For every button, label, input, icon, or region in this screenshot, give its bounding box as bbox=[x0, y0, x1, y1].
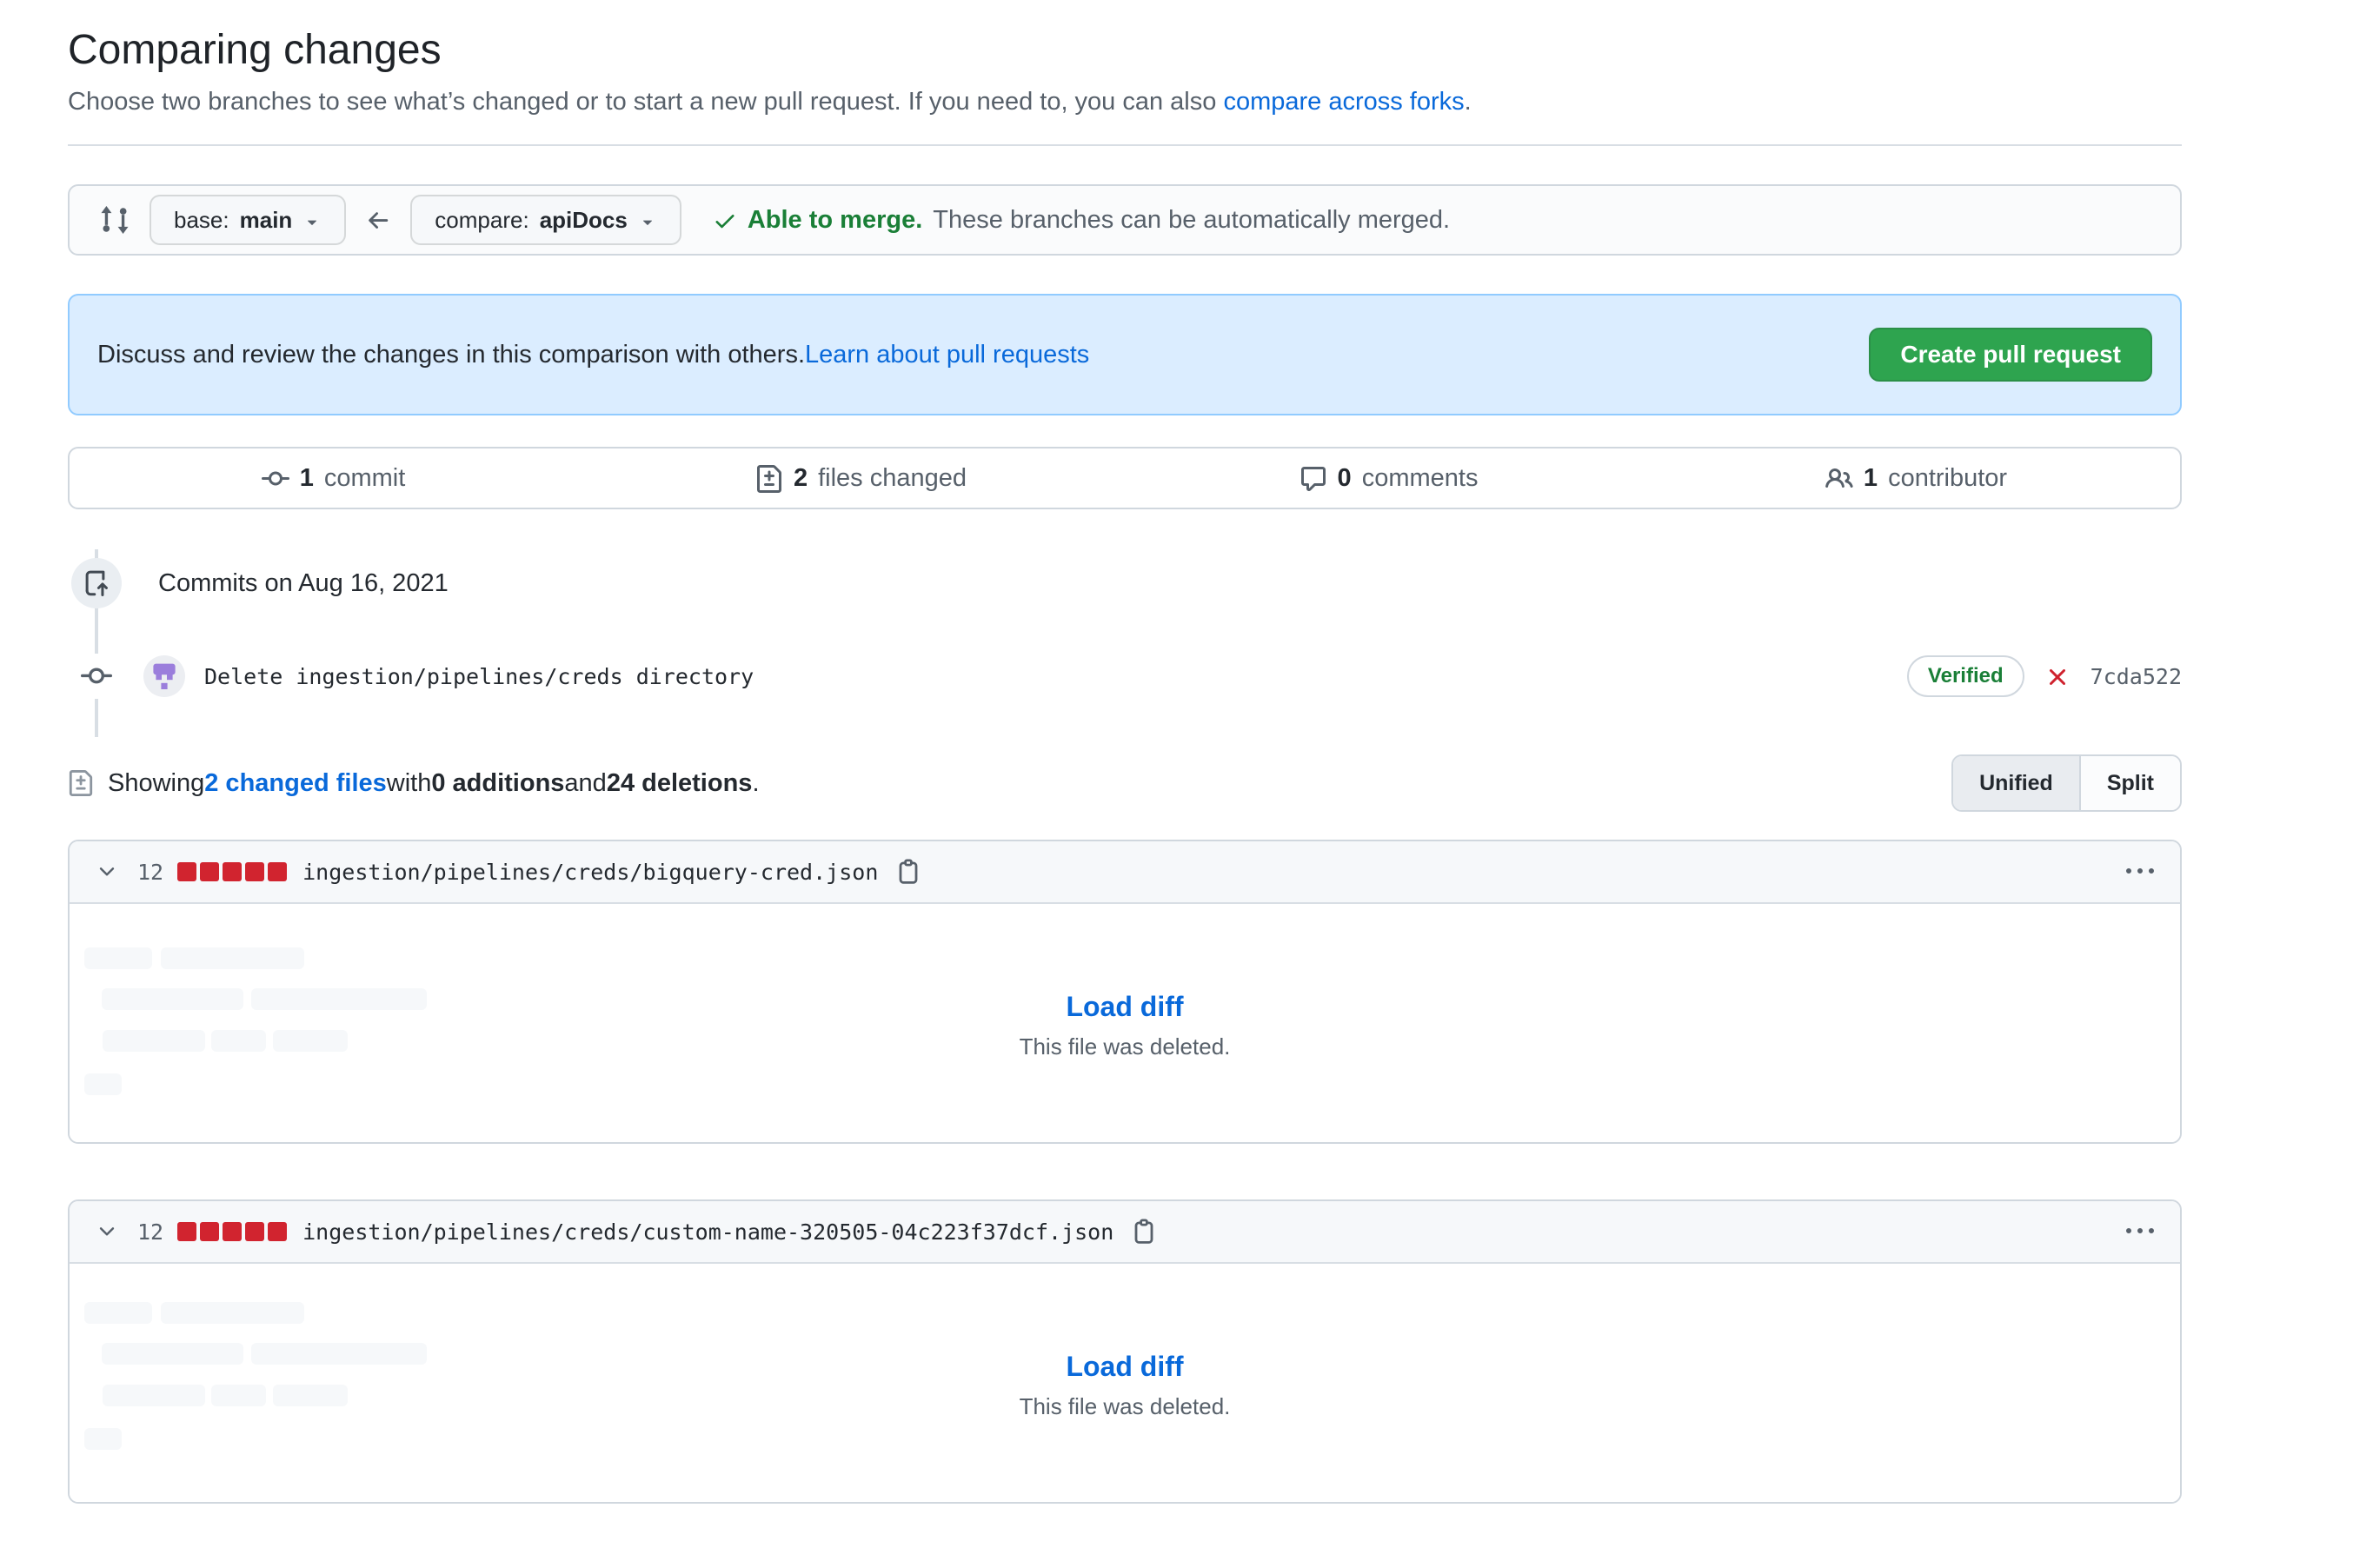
create-pull-request-button[interactable]: Create pull request bbox=[1869, 328, 2152, 382]
compare-across-forks-link[interactable]: compare across forks bbox=[1223, 88, 1464, 116]
commits-section: Commits on Aug 16, 2021 Delete ingestion… bbox=[68, 558, 2182, 737]
skeleton-bar bbox=[161, 947, 304, 969]
merge-status-text: Able to merge. bbox=[748, 206, 922, 235]
merge-status: Able to merge. These branches can be aut… bbox=[713, 206, 1450, 235]
file-header: 12 ingestion/pipelines/creds/custom-name… bbox=[70, 1201, 2180, 1264]
file-header: 12 ingestion/pipelines/creds/bigquery-cr… bbox=[70, 841, 2180, 904]
copy-icon[interactable] bbox=[895, 859, 921, 885]
comment-icon bbox=[1300, 463, 1327, 492]
comments-count: 0 bbox=[1338, 464, 1352, 493]
toggle-split[interactable]: Split bbox=[2081, 756, 2180, 810]
toggle-unified[interactable]: Unified bbox=[1953, 756, 2081, 810]
compare-branch-value: apiDocs bbox=[540, 207, 628, 234]
git-commit-icon bbox=[262, 463, 289, 492]
files-changed-label: files changed bbox=[818, 464, 967, 493]
file-card: 12 ingestion/pipelines/creds/bigquery-cr… bbox=[68, 840, 2182, 1144]
commit-label: commit bbox=[324, 464, 405, 493]
base-branch-value: main bbox=[240, 207, 293, 234]
and-text: and bbox=[564, 769, 606, 798]
with-text: with bbox=[387, 769, 432, 798]
load-diff-block: Load diff This file was deleted. bbox=[70, 1351, 2180, 1420]
skeleton-bar bbox=[84, 947, 152, 969]
diffstat-count: 12 bbox=[137, 1219, 163, 1245]
file-path[interactable]: ingestion/pipelines/creds/bigquery-cred.… bbox=[302, 860, 878, 885]
file-deleted-note: This file was deleted. bbox=[70, 1393, 2180, 1420]
subtitle-period: . bbox=[1465, 88, 1472, 116]
banner-text: Discuss and review the changes in this c… bbox=[97, 341, 805, 369]
copy-icon[interactable] bbox=[1131, 1219, 1157, 1245]
compare-branch-label: compare: bbox=[435, 207, 528, 234]
file-diff-placeholder: Load diff This file was deleted. bbox=[70, 904, 2180, 1142]
branch-range-bar: base: main compare: apiDocs Able to merg… bbox=[68, 184, 2182, 256]
period: . bbox=[752, 769, 759, 798]
commits-date-heading: Commits on Aug 16, 2021 bbox=[158, 569, 449, 598]
commits-stat[interactable]: 1 commit bbox=[70, 448, 597, 508]
diffstat-blocks bbox=[177, 1222, 287, 1241]
contributors-label: contributor bbox=[1888, 464, 2007, 493]
diff-view-toggle: Unified Split bbox=[1951, 754, 2182, 812]
showing-prefix: Showing bbox=[108, 769, 204, 798]
diffstat-blocks bbox=[177, 862, 287, 881]
load-diff-link[interactable]: Load diff bbox=[1066, 1351, 1183, 1383]
avatar[interactable] bbox=[143, 655, 185, 697]
subhead-divider bbox=[68, 144, 2182, 146]
skeleton-bar bbox=[84, 1302, 152, 1324]
check-icon bbox=[713, 206, 737, 235]
diffstat-count: 12 bbox=[137, 860, 163, 885]
commit-sha[interactable]: 7cda522 bbox=[2090, 664, 2182, 689]
compare-page: Comparing changes Choose two branches to… bbox=[68, 0, 2182, 1504]
file-diff-placeholder: Load diff This file was deleted. bbox=[70, 1264, 2180, 1502]
commits-header: Commits on Aug 16, 2021 bbox=[68, 558, 2182, 608]
page-subtitle: Choose two branches to see what’s change… bbox=[68, 88, 2182, 116]
verified-badge[interactable]: Verified bbox=[1907, 655, 2024, 697]
changed-files-link[interactable]: 2 changed files bbox=[204, 769, 387, 798]
skeleton-bar bbox=[161, 1302, 304, 1324]
file-deleted-note: This file was deleted. bbox=[70, 1033, 2180, 1060]
git-compare-icon bbox=[99, 204, 130, 236]
arrow-left-icon bbox=[365, 206, 391, 235]
file-diff-icon bbox=[68, 770, 94, 796]
diffbar: Showing 2 changed files with 0 additions… bbox=[68, 754, 2182, 812]
people-icon bbox=[1825, 463, 1853, 492]
load-diff-block: Load diff This file was deleted. bbox=[70, 991, 2180, 1060]
page-title: Comparing changes bbox=[68, 26, 2182, 74]
caret-down-icon bbox=[302, 207, 322, 234]
contributors-stat[interactable]: 1 contributor bbox=[1652, 448, 2180, 508]
pull-request-banner: Discuss and review the changes in this c… bbox=[68, 294, 2182, 415]
commit-meta: Verified 7cda522 bbox=[1907, 655, 2182, 697]
subtitle-text: Choose two branches to see what’s change… bbox=[68, 88, 1223, 116]
commit-row: Delete ingestion/pipelines/creds directo… bbox=[68, 654, 2182, 699]
additions-count: 0 additions bbox=[431, 769, 564, 798]
x-icon bbox=[2044, 661, 2071, 690]
learn-about-pull-requests-link[interactable]: Learn about pull requests bbox=[805, 341, 1089, 369]
file-diff-icon bbox=[755, 463, 783, 492]
chevron-down-icon[interactable] bbox=[96, 860, 118, 883]
contributors-count: 1 bbox=[1864, 464, 1878, 493]
git-commit-node-icon bbox=[81, 654, 112, 699]
skeleton-bar bbox=[84, 1073, 122, 1095]
compare-branch-selector[interactable]: compare: apiDocs bbox=[410, 195, 681, 245]
comments-stat[interactable]: 0 comments bbox=[1125, 448, 1652, 508]
merge-status-description: These branches can be automatically merg… bbox=[933, 206, 1450, 235]
kebab-menu-icon[interactable] bbox=[2126, 858, 2154, 886]
repo-push-icon bbox=[71, 558, 122, 608]
base-branch-selector[interactable]: base: main bbox=[150, 195, 346, 245]
kebab-menu-icon[interactable] bbox=[2126, 1218, 2154, 1246]
commit-count: 1 bbox=[300, 464, 314, 493]
comments-label: comments bbox=[1362, 464, 1479, 493]
files-changed-stat[interactable]: 2 files changed bbox=[597, 448, 1125, 508]
base-branch-label: base: bbox=[174, 207, 229, 234]
files-changed-count: 2 bbox=[794, 464, 808, 493]
commit-message[interactable]: Delete ingestion/pipelines/creds directo… bbox=[204, 664, 754, 689]
caret-down-icon bbox=[638, 207, 657, 234]
deletions-count: 24 deletions bbox=[607, 769, 753, 798]
load-diff-link[interactable]: Load diff bbox=[1066, 991, 1183, 1023]
chevron-down-icon[interactable] bbox=[96, 1220, 118, 1243]
file-card: 12 ingestion/pipelines/creds/custom-name… bbox=[68, 1199, 2182, 1504]
skeleton-bar bbox=[84, 1428, 122, 1450]
file-path[interactable]: ingestion/pipelines/creds/custom-name-32… bbox=[302, 1219, 1113, 1245]
comparison-stats-bar: 1 commit 2 files changed 0 comments 1 co… bbox=[68, 447, 2182, 509]
